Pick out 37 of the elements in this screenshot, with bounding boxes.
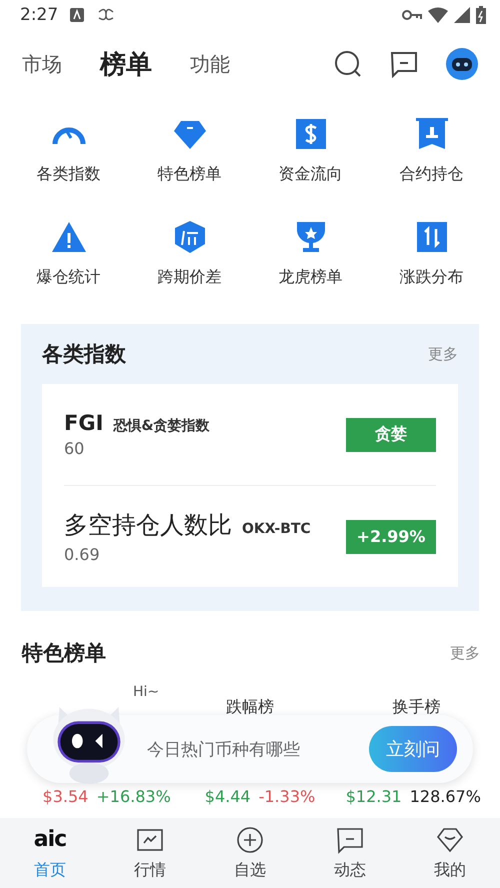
index-value: 0.69: [64, 545, 101, 564]
price: $3.54: [42, 787, 88, 806]
nav-tab[interactable]: 我的: [400, 818, 500, 888]
price: $4.44: [204, 787, 251, 806]
section-title: 特色榜单: [22, 640, 106, 667]
tab[interactable]: 市场: [22, 50, 62, 78]
index-subtitle: 恐惧&贪婪指数: [113, 417, 210, 435]
index-badge: +2.99%: [346, 520, 436, 554]
shortcut-label[interactable]: 爆仓统计: [36, 267, 100, 288]
change: 128.67%: [410, 787, 481, 806]
logo: aic: [34, 826, 66, 854]
change: +16.83%: [96, 787, 171, 806]
shortcut-label[interactable]: 涨跌分布: [400, 267, 464, 288]
shortcut-label[interactable]: 合约持仓: [400, 164, 464, 185]
index-name: FGI: [64, 411, 104, 435]
tab[interactable]: 功能: [190, 50, 230, 78]
tab[interactable]: 榜单: [100, 46, 152, 82]
index-name: 多空持仓人数比: [64, 510, 232, 541]
nav-tab[interactable]: 动态: [300, 818, 400, 888]
change: -1.33%: [258, 787, 316, 806]
index-value: 60: [64, 439, 86, 458]
greeting: Hi~: [133, 684, 160, 700]
shortcut-label[interactable]: 跨期价差: [158, 267, 222, 288]
section-title: 各类指数: [42, 341, 126, 368]
nav-tab[interactable]: 自选: [200, 818, 300, 888]
clock: 2:27: [20, 5, 58, 25]
index-badge: 贪婪: [346, 418, 436, 452]
shortcut-label[interactable]: 各类指数: [36, 164, 100, 185]
nav-tab[interactable]: aic 首页: [0, 818, 100, 888]
index-subtitle: OKX-BTC: [242, 521, 311, 537]
shortcut-label[interactable]: 龙虎榜单: [278, 267, 342, 288]
nav-tab[interactable]: 行情: [100, 818, 200, 888]
shortcut-label[interactable]: 特色榜单: [158, 164, 222, 185]
shortcut-label[interactable]: 资金流向: [278, 164, 342, 185]
more-link[interactable]: 更多: [450, 644, 480, 662]
price: $12.31: [346, 787, 402, 806]
ask-prompt: 今日热门币种有哪些: [147, 738, 300, 760]
